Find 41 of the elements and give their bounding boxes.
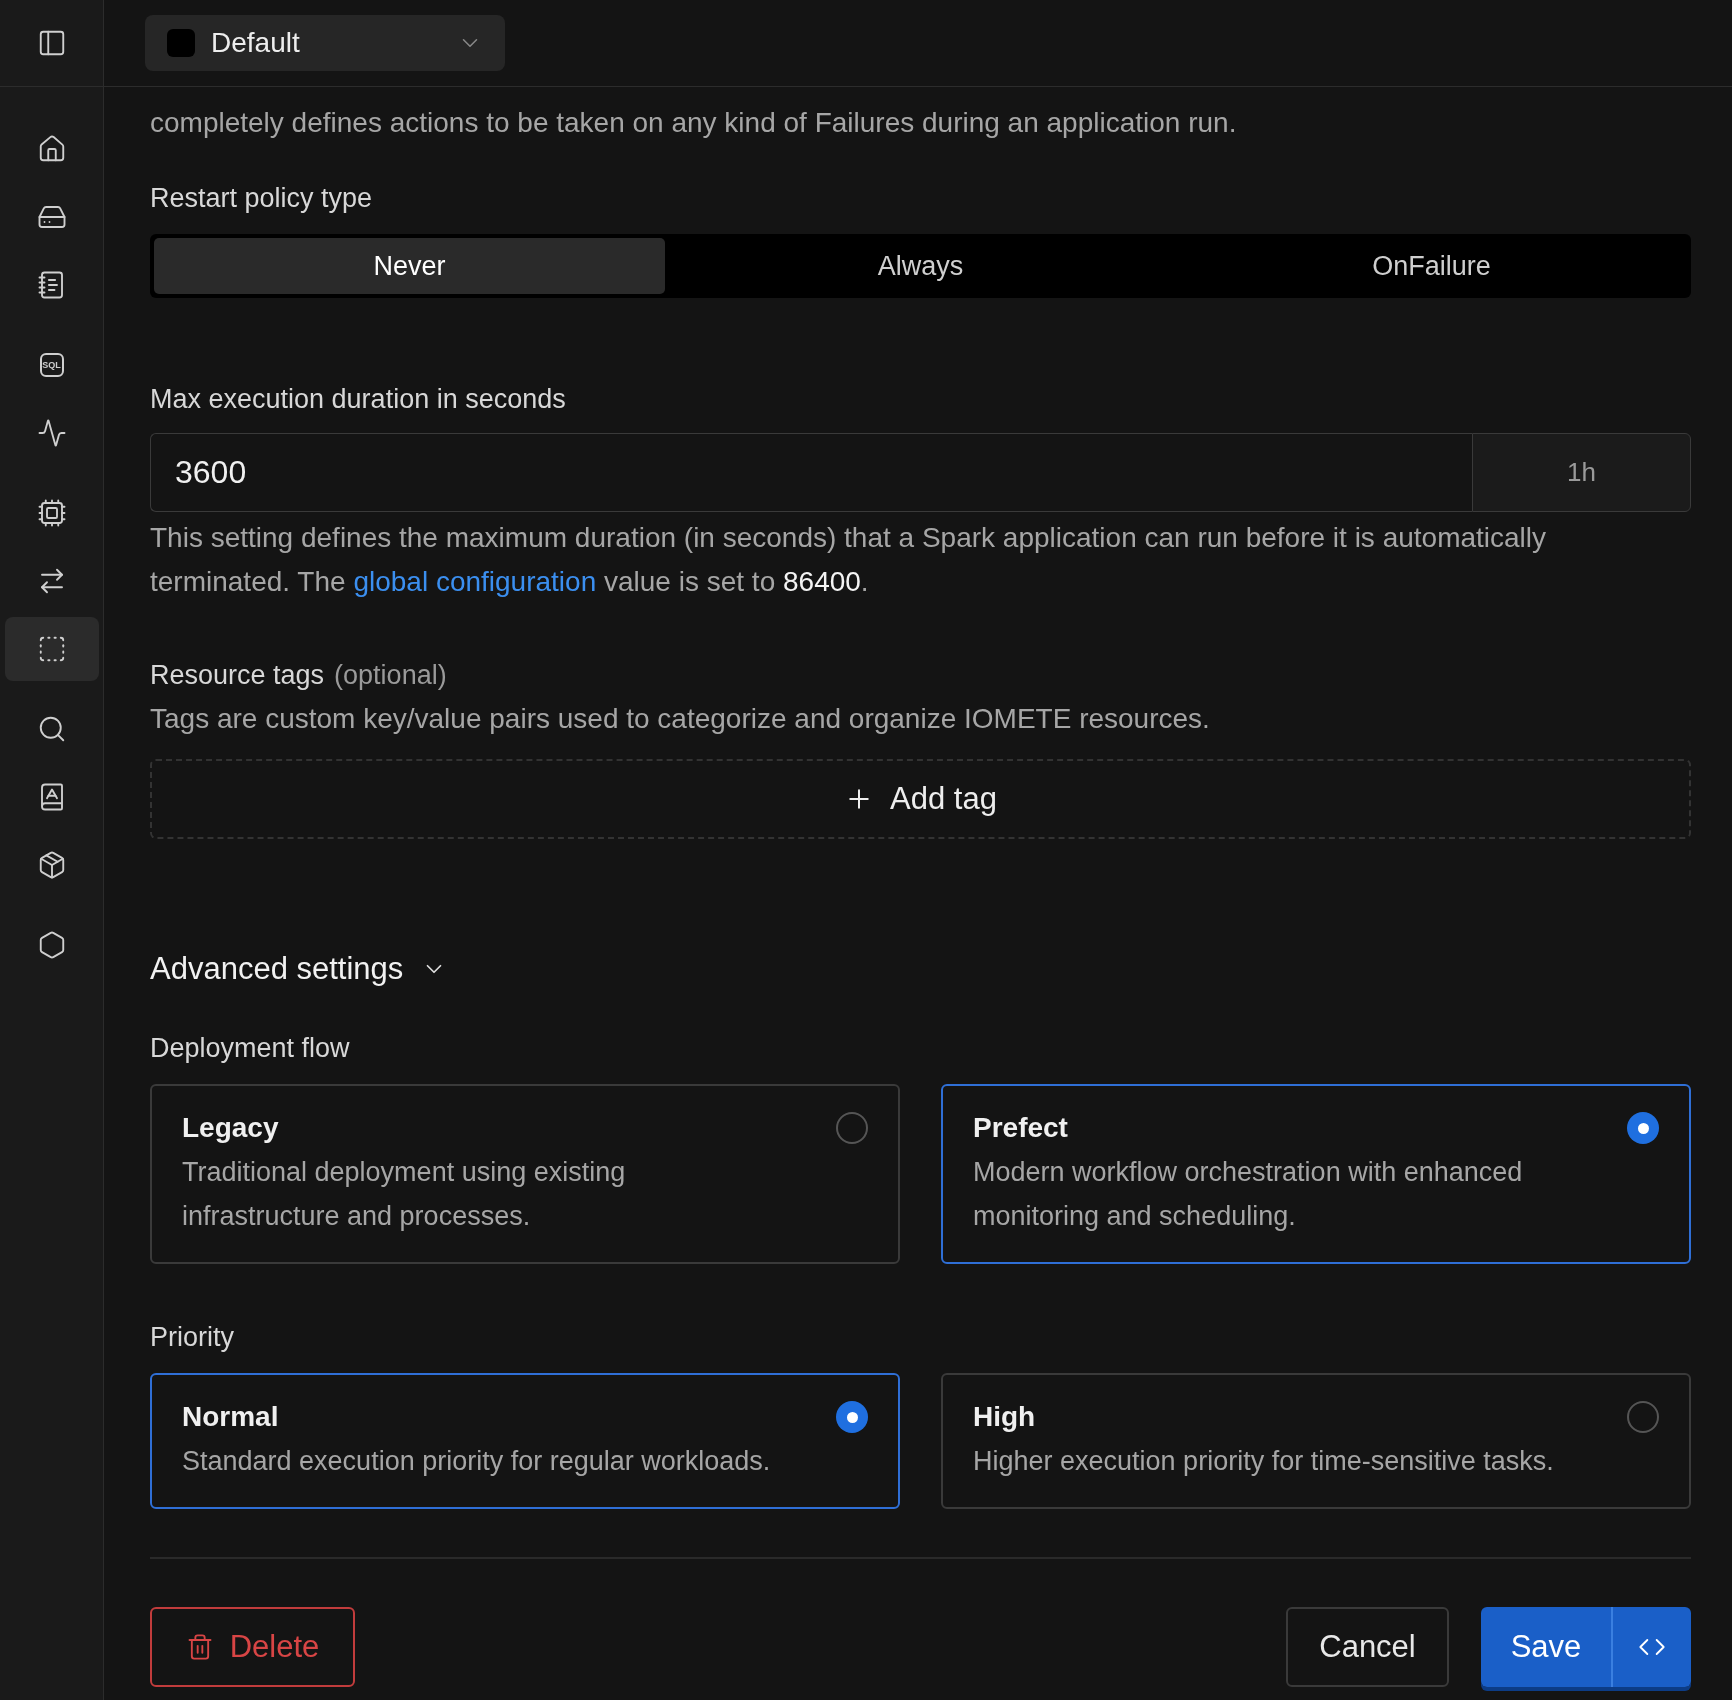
segment-tab[interactable]: OnFailure (1176, 238, 1687, 294)
field-label: Resource tags (150, 660, 325, 691)
radio-button[interactable] (836, 1112, 868, 1144)
environment-selector[interactable]: Default (145, 15, 505, 71)
duration-suffix: 1h (1472, 433, 1691, 512)
tags-description: Tags are custom key/value pairs used to categorize and organize IOMETE resources. (150, 702, 1211, 736)
save-button[interactable]: Save (1481, 1607, 1613, 1687)
option-card[interactable]: Legacy Traditional deployment using existing infrastructure and processes. (150, 1084, 900, 1264)
sidebar-item[interactable]: SQL (4, 333, 99, 397)
delete-button[interactable]: Delete (150, 1607, 355, 1687)
add-tag-button[interactable]: Add tag (150, 759, 1691, 839)
radio-button[interactable] (1627, 1401, 1659, 1433)
restart-policy-description: completely defines actions to be taken on any kind of Failures during an application run. (150, 106, 1238, 140)
help-text: This setting defines the maximum duration (in seconds) that a Spark application can run before it is automatically terminated. The global configuration value is set to 86400. (150, 521, 1548, 599)
advanced-settings-toggle[interactable]: Advanced settings (150, 951, 448, 987)
radio-button[interactable] (836, 1401, 868, 1433)
global-configuration-link[interactable]: global configuration (353, 566, 597, 597)
cancel-button[interactable]: Cancel (1286, 1607, 1449, 1687)
field-label: Priority (150, 1322, 235, 1353)
option-card[interactable]: High Higher execution priority for time-sensitive tasks. (941, 1373, 1691, 1509)
option-title: High (973, 1401, 1037, 1433)
option-title: Prefect (973, 1112, 1069, 1144)
sql-icon: SQL (39, 353, 64, 377)
option-card[interactable]: Prefect Modern workflow orchestration with enhanced monitoring and scheduling. (941, 1084, 1691, 1264)
radio-button[interactable] (1627, 1112, 1659, 1144)
segment-tab[interactable]: Always (665, 238, 1176, 294)
field-label: Restart policy type (150, 183, 374, 214)
option-description: Standard execution priority for regular workloads. (182, 1445, 772, 1478)
option-title: Legacy (182, 1112, 280, 1144)
optional-label: (optional) (334, 660, 447, 691)
field-label: Max execution duration in seconds (150, 384, 567, 415)
activity-icon (36, 418, 67, 448)
option-description: Modern workflow orchestration with enhanced monitoring and scheduling. (973, 1156, 1524, 1233)
chip-icon (36, 498, 67, 528)
option-title: Normal (182, 1401, 280, 1433)
option-description: Higher execution priority for time-sensitive tasks. (973, 1445, 1555, 1478)
option-card[interactable]: Normal Standard execution priority for regular workloads. (150, 1373, 900, 1509)
field-label: Deployment flow (150, 1033, 351, 1064)
segment-tab[interactable]: Never (154, 238, 665, 294)
option-description: Traditional deployment using existing infrastructure and processes. (182, 1156, 627, 1233)
duration-input[interactable]: 3600 (150, 433, 1472, 512)
